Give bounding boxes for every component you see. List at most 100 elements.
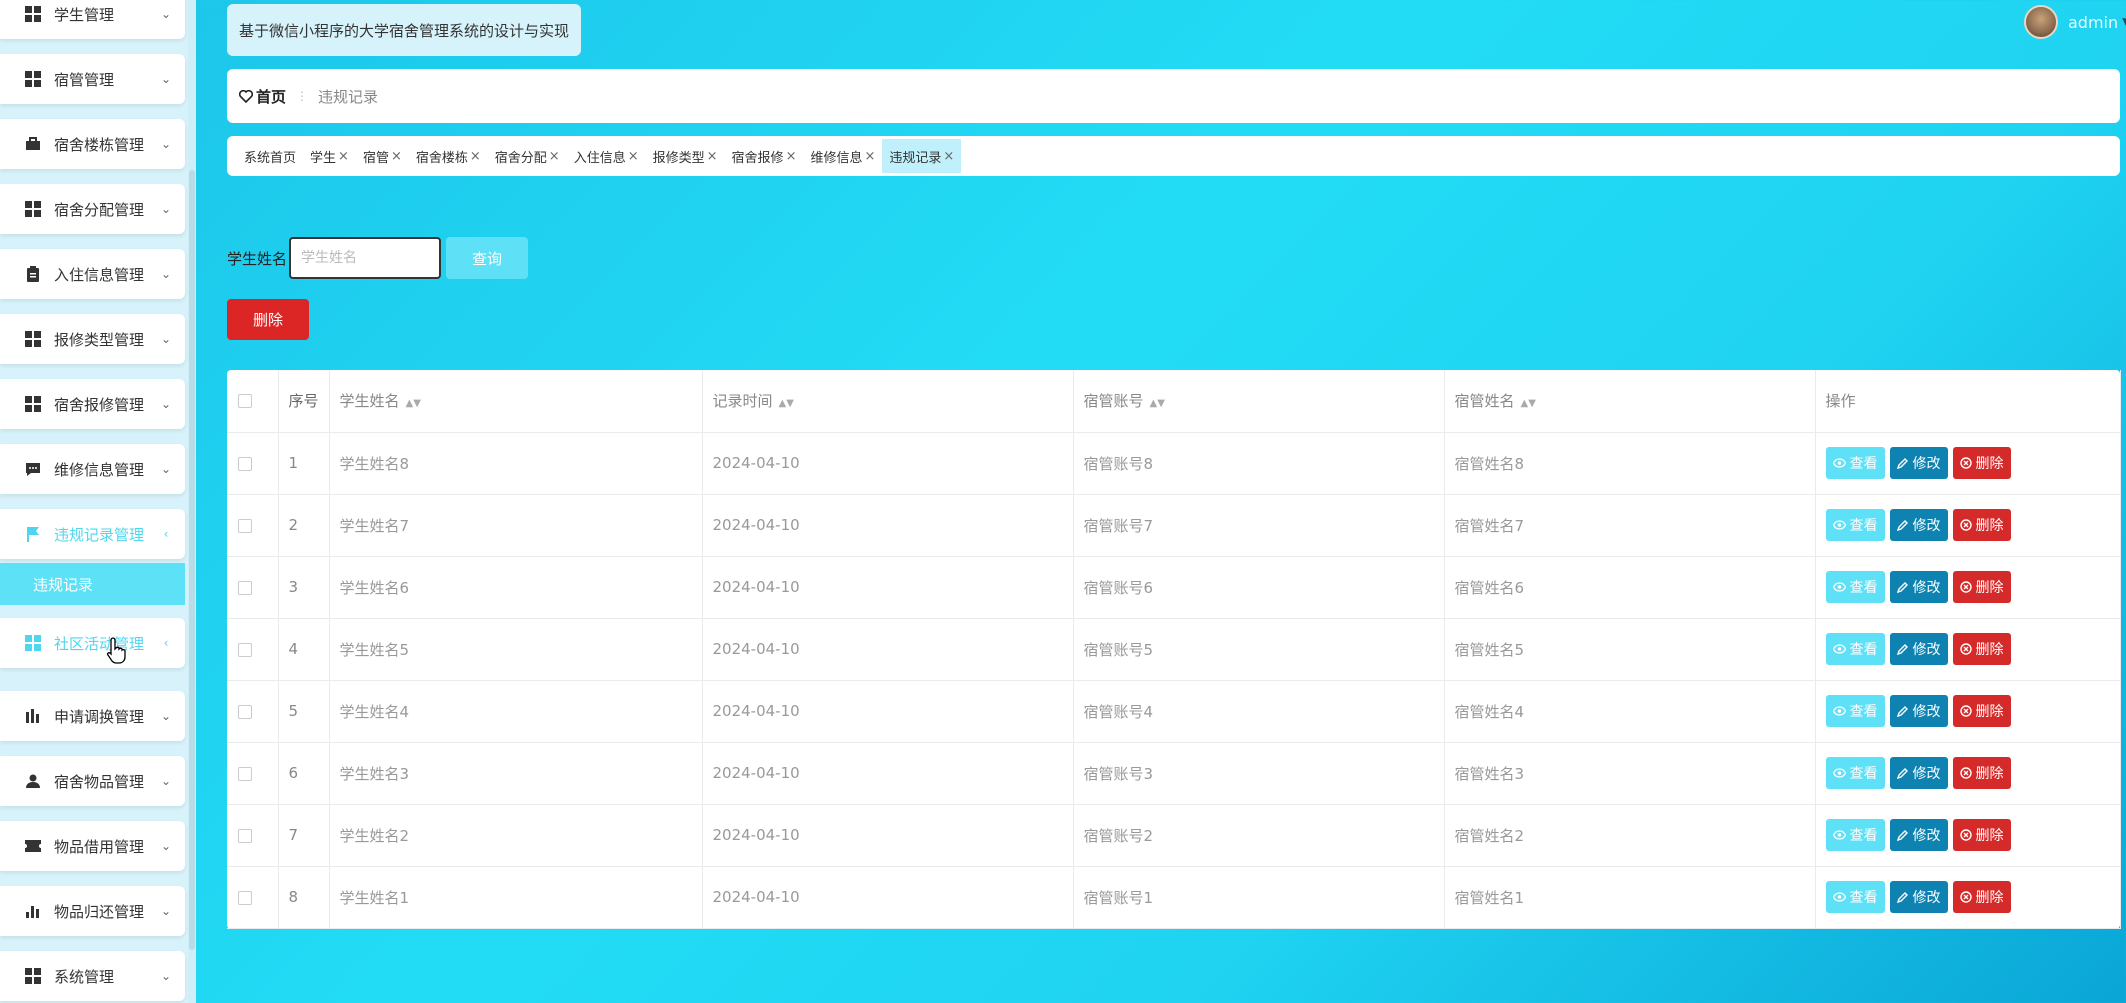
view-button[interactable]: 查看 — [1825, 509, 1885, 541]
delete-button[interactable]: 删除 — [1952, 881, 2011, 913]
edit-button[interactable]: 修改 — [1889, 509, 1948, 541]
view-button[interactable]: 查看 — [1825, 819, 1885, 851]
view-button[interactable]: 查看 — [1825, 633, 1885, 665]
sidebar-item-community[interactable]: 社区活动管理 ‹ — [0, 618, 185, 668]
delete-button[interactable]: 删除 — [1952, 633, 2011, 665]
view-button[interactable]: 查看 — [1825, 447, 1885, 479]
tab-repair-type[interactable]: 报修类型 × — [646, 139, 725, 173]
close-icon[interactable]: × — [628, 149, 639, 164]
briefcase-icon — [24, 135, 42, 153]
select-all-checkbox[interactable] — [238, 394, 252, 409]
sidebar-item-student[interactable]: 学生管理 ⌄ — [0, 0, 185, 39]
row-checkbox[interactable] — [238, 518, 252, 533]
edit-button[interactable]: 修改 — [1889, 757, 1948, 789]
header-manager-name[interactable]: 宿管姓名 ▲▼ — [1444, 370, 1816, 433]
caret-down-icon[interactable]: ▼ — [2122, 15, 2126, 29]
row-checkbox[interactable] — [238, 828, 252, 843]
bar-chart-icon — [24, 902, 42, 920]
delete-button[interactable]: 删除 — [1952, 819, 2011, 851]
sidebar-item-swap[interactable]: 申请调换管理 ⌄ — [0, 691, 185, 741]
search-input[interactable] — [289, 237, 441, 279]
eye-icon — [1832, 582, 1846, 592]
sidebar-item-items[interactable]: 宿舍物品管理 ⌄ — [0, 756, 185, 806]
tab-maintenance[interactable]: 维修信息 × — [803, 139, 882, 173]
bar-chart-icon — [24, 707, 42, 725]
sort-icon[interactable]: ▲▼ — [1150, 398, 1165, 409]
user-menu[interactable]: admin ▼ — [2024, 4, 2126, 40]
close-icon[interactable]: × — [943, 149, 954, 164]
edit-button[interactable]: 修改 — [1889, 633, 1948, 665]
sidebar-item-violation[interactable]: 违规记录管理 ‹ — [0, 509, 185, 559]
header-student-name[interactable]: 学生姓名 ▲▼ — [329, 370, 703, 433]
view-button[interactable]: 查看 — [1825, 571, 1885, 603]
sidebar-item-borrow[interactable]: 物品借用管理 ⌄ — [0, 821, 185, 871]
delete-button[interactable]: 删除 — [1952, 509, 2011, 541]
cell-student-name: 学生姓名5 — [329, 618, 703, 681]
row-checkbox[interactable] — [238, 704, 252, 719]
sort-icon[interactable]: ▲▼ — [406, 398, 421, 409]
close-icon[interactable]: × — [470, 149, 481, 164]
edit-button[interactable]: 修改 — [1889, 447, 1948, 479]
tab-student[interactable]: 学生 × — [303, 139, 356, 173]
sort-icon[interactable]: ▲▼ — [1521, 398, 1536, 409]
query-button[interactable]: 查询 — [446, 237, 528, 279]
edit-button[interactable]: 修改 — [1889, 571, 1948, 603]
row-checkbox[interactable] — [238, 580, 252, 595]
sidebar-item-building[interactable]: 宿舍楼栋管理 ⌄ — [0, 119, 185, 169]
tab-home[interactable]: 系统首页 — [237, 139, 303, 173]
breadcrumb-home[interactable]: 首页 — [239, 86, 286, 107]
sidebar-subitem-violation-record[interactable]: 违规记录 — [0, 563, 185, 605]
tab-building[interactable]: 宿舍楼栋 × — [409, 139, 488, 173]
edit-button[interactable]: 修改 — [1889, 881, 1948, 913]
row-select-cell — [227, 556, 279, 619]
delete-button[interactable]: 删除 — [1952, 695, 2011, 727]
view-button[interactable]: 查看 — [1825, 757, 1885, 789]
header-manager-account[interactable]: 宿管账号 ▲▼ — [1073, 370, 1445, 433]
close-icon[interactable]: × — [338, 149, 349, 164]
header-record-time[interactable]: 记录时间 ▲▼ — [702, 370, 1074, 433]
row-checkbox[interactable] — [238, 890, 252, 905]
tab-violation[interactable]: 违规记录 × — [882, 139, 962, 173]
cell-manager-name: 宿管姓名4 — [1444, 680, 1816, 743]
tab-allocation[interactable]: 宿舍分配 × — [488, 139, 567, 173]
close-icon[interactable]: × — [707, 149, 718, 164]
sidebar-item-maintenance[interactable]: 维修信息管理 ⌄ — [0, 444, 185, 494]
sidebar-item-repair-type[interactable]: 报修类型管理 ⌄ — [0, 314, 185, 364]
sidebar-item-repair[interactable]: 宿舍报修管理 ⌄ — [0, 379, 185, 429]
close-icon[interactable]: × — [391, 149, 402, 164]
sidebar-item-label: 宿舍物品管理 — [54, 772, 145, 791]
view-button[interactable]: 查看 — [1825, 881, 1885, 913]
delete-button[interactable]: 删除 — [1952, 757, 2011, 789]
bulk-delete-button[interactable]: 删除 — [227, 299, 309, 340]
eye-icon — [1832, 706, 1846, 716]
delete-button[interactable]: 删除 — [1952, 571, 2011, 603]
edit-button[interactable]: 修改 — [1889, 695, 1948, 727]
close-icon[interactable]: × — [549, 149, 560, 164]
row-select-cell — [227, 432, 279, 495]
cell-manager-account: 宿管账号8 — [1073, 432, 1445, 495]
sort-icon[interactable]: ▲▼ — [779, 398, 794, 409]
sidebar-item-return[interactable]: 物品归还管理 ⌄ — [0, 886, 185, 936]
avatar[interactable] — [2024, 5, 2058, 39]
sidebar-scrollbar-thumb[interactable] — [189, 170, 195, 950]
cell-record-time: 2024-04-10 — [702, 556, 1074, 619]
view-button[interactable]: 查看 — [1825, 695, 1885, 727]
row-checkbox[interactable] — [238, 456, 252, 471]
grid-icon — [24, 70, 42, 88]
sidebar-item-allocation[interactable]: 宿舍分配管理 ⌄ — [0, 184, 185, 234]
tab-dorm-manager[interactable]: 宿管 × — [356, 139, 409, 173]
edit-button[interactable]: 修改 — [1889, 819, 1948, 851]
delete-button[interactable]: 删除 — [1952, 447, 2011, 479]
close-icon[interactable]: × — [864, 149, 875, 164]
user-name[interactable]: admin — [2068, 13, 2118, 32]
cell-actions: 查看 修改 删除 — [1815, 556, 2121, 619]
sidebar-item-dorm-manager[interactable]: 宿管管理 ⌄ — [0, 54, 185, 104]
row-checkbox[interactable] — [238, 766, 252, 781]
chat-icon — [24, 460, 42, 478]
sidebar-item-checkin[interactable]: 入住信息管理 ⌄ — [0, 249, 185, 299]
tab-checkin[interactable]: 入住信息 × — [567, 139, 646, 173]
tab-repair[interactable]: 宿舍报修 × — [725, 139, 804, 173]
row-checkbox[interactable] — [238, 642, 252, 657]
sidebar-item-system[interactable]: 系统管理 ⌄ — [0, 951, 185, 1001]
close-icon[interactable]: × — [786, 149, 797, 164]
